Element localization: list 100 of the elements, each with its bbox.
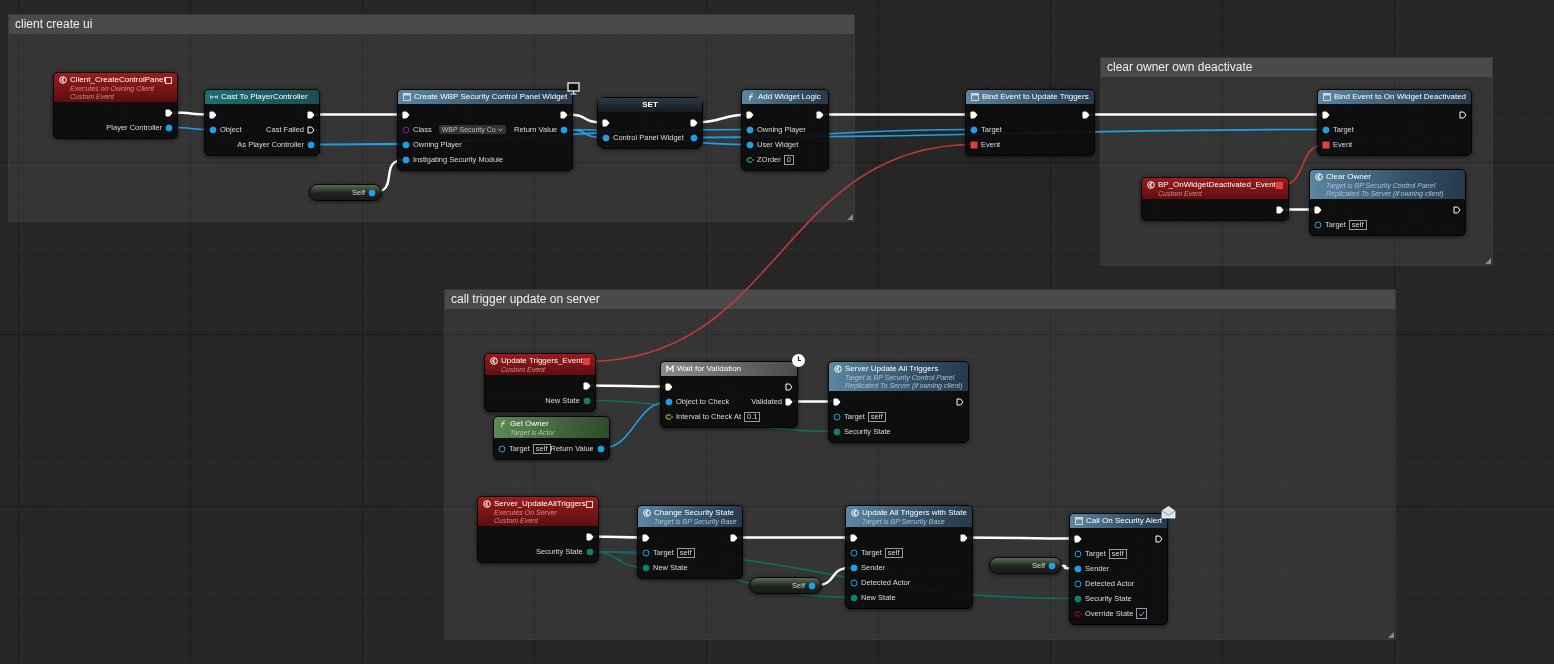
node-title: BP_OnWidgetDeactivated_Event: [1158, 180, 1276, 190]
node-title: Change Security State: [654, 508, 736, 518]
envelope-icon: [1161, 505, 1177, 520]
comment-title: client create ui: [9, 15, 854, 34]
circle-pin-icon[interactable]: [850, 578, 858, 587]
circle-pin-icon[interactable]: [642, 548, 650, 557]
comment-title: clear owner own deactivate: [1101, 58, 1492, 77]
circle-pin-icon[interactable]: [850, 548, 858, 557]
circle-pin-icon[interactable]: [582, 396, 591, 405]
circle-pin-icon[interactable]: [1074, 549, 1082, 558]
circle-pin-icon[interactable]: [746, 140, 754, 149]
circle-pin-icon[interactable]: [209, 125, 217, 134]
node-icon: [403, 93, 411, 101]
node-title: Bind Event to On Widget Deactivated: [1334, 92, 1467, 102]
exec-pin-icon[interactable]: [585, 532, 594, 541]
exec-pin-icon[interactable]: [785, 382, 793, 391]
circle-pin-icon[interactable]: [498, 444, 506, 453]
exec-pin-icon[interactable]: [307, 125, 315, 134]
node-icon: [1075, 517, 1083, 525]
circle-pin-icon[interactable]: [1074, 579, 1082, 588]
exec-pin-icon[interactable]: [850, 533, 858, 542]
exec-pin-icon[interactable]: [785, 397, 793, 406]
exec-pin-icon[interactable]: [1453, 205, 1461, 214]
circle-pin-icon[interactable]: [746, 125, 754, 134]
circle-pin-icon[interactable]: [585, 547, 594, 556]
caret-icon: [497, 127, 503, 132]
square-pin-icon[interactable]: [1322, 140, 1330, 149]
exec-pin-icon[interactable]: [560, 110, 569, 119]
circle-pin-icon[interactable]: [1314, 220, 1322, 229]
comment-title: call trigger update on server: [445, 290, 1395, 309]
exec-pin-icon[interactable]: [1275, 205, 1284, 214]
node-icon: [1323, 93, 1331, 101]
exec-pin-icon[interactable]: [1155, 534, 1164, 543]
exec-pin-icon[interactable]: [642, 533, 650, 542]
circle-pin-icon[interactable]: [642, 563, 650, 572]
function-icon: [499, 420, 507, 428]
node-title: Update Triggers_Event: [501, 356, 583, 366]
node-title: Server Update All Triggers: [845, 364, 940, 374]
circle-pin-icon[interactable]: [665, 397, 673, 406]
clock-icon: [791, 353, 806, 368]
node-title: Create WBP Security Control Panel Widget: [414, 92, 568, 102]
circle-pin-icon[interactable]: [808, 581, 816, 590]
circle-pin-icon[interactable]: [1322, 125, 1330, 134]
circle-pin-icon[interactable]: [970, 125, 978, 134]
circle-pin-icon[interactable]: [596, 444, 605, 453]
exec-pin-icon[interactable]: [665, 382, 673, 391]
checkbox[interactable]: [1136, 608, 1148, 619]
exec-pin-icon[interactable]: [970, 110, 978, 119]
node-title: Bind Event to Update Triggers: [982, 92, 1089, 102]
circle-pin-icon[interactable]: [165, 123, 174, 132]
exec-pin-icon[interactable]: [165, 108, 174, 117]
exec-pin-icon[interactable]: [959, 533, 968, 542]
circle-pin-icon[interactable]: [402, 155, 410, 164]
exec-pin-icon[interactable]: [1322, 110, 1330, 119]
exec-pin-icon[interactable]: [955, 397, 964, 406]
node-title: Wait for Validation: [677, 364, 743, 374]
circle-pin-icon[interactable]: [602, 133, 610, 142]
circle-pin-icon[interactable]: [402, 140, 410, 149]
macro-icon: [666, 365, 674, 373]
resize-handle-icon: [847, 214, 853, 220]
exec-pin-icon[interactable]: [1314, 205, 1322, 214]
exec-pin-icon[interactable]: [307, 110, 315, 119]
circle-pin-icon[interactable]: [1048, 561, 1056, 570]
circle-pin-icon[interactable]: [690, 133, 698, 142]
exec-pin-icon[interactable]: [1074, 534, 1082, 543]
circle-pin-icon[interactable]: [1074, 594, 1082, 603]
exec-pin-icon[interactable]: [602, 118, 610, 127]
circle-pin-icon[interactable]: [368, 188, 376, 197]
circle-pin-icon[interactable]: [307, 140, 315, 149]
resize-handle-icon: [1485, 258, 1491, 264]
node-title: Cast To PlayerController: [221, 92, 309, 102]
exec-pin-icon[interactable]: [209, 110, 217, 119]
circle-pin-icon[interactable]: [850, 593, 858, 602]
node-title: Server_UpdateAllTriggers: [494, 499, 586, 509]
node-title: Update All Triggers with State: [862, 508, 967, 518]
exec-pin-icon[interactable]: [690, 118, 698, 127]
exec-pin-icon[interactable]: [1459, 110, 1468, 119]
circle-pin-icon[interactable]: [833, 412, 841, 421]
circle-pin-icon[interactable]: [850, 563, 858, 572]
exec-pin-icon[interactable]: [1081, 110, 1090, 119]
function-icon: [747, 93, 755, 101]
exec-pin-icon[interactable]: [729, 533, 738, 542]
circle-pin-icon[interactable]: [833, 427, 841, 436]
circle-pin-icon[interactable]: [1074, 564, 1082, 573]
circle-pin-icon[interactable]: [560, 125, 569, 134]
node-icon: [971, 93, 979, 101]
exec-pin-icon[interactable]: [746, 110, 754, 119]
square-pin-icon[interactable]: [970, 140, 978, 149]
node-title: Client_CreateControlPanel: [70, 75, 166, 85]
exec-pin-icon[interactable]: [833, 397, 841, 406]
check-icon: [1138, 610, 1146, 617]
exec-pin-icon[interactable]: [402, 110, 410, 119]
node-title: Call On Security Alert: [1086, 516, 1163, 526]
pin-icon[interactable]: [746, 155, 754, 164]
exec-pin-icon[interactable]: [816, 110, 824, 119]
node-title: SET: [641, 100, 659, 110]
exec-pin-icon[interactable]: [582, 381, 591, 390]
pin-icon[interactable]: [665, 412, 673, 421]
node-title: Clear Owner: [1326, 172, 1372, 182]
arrows-icon: [210, 93, 218, 101]
